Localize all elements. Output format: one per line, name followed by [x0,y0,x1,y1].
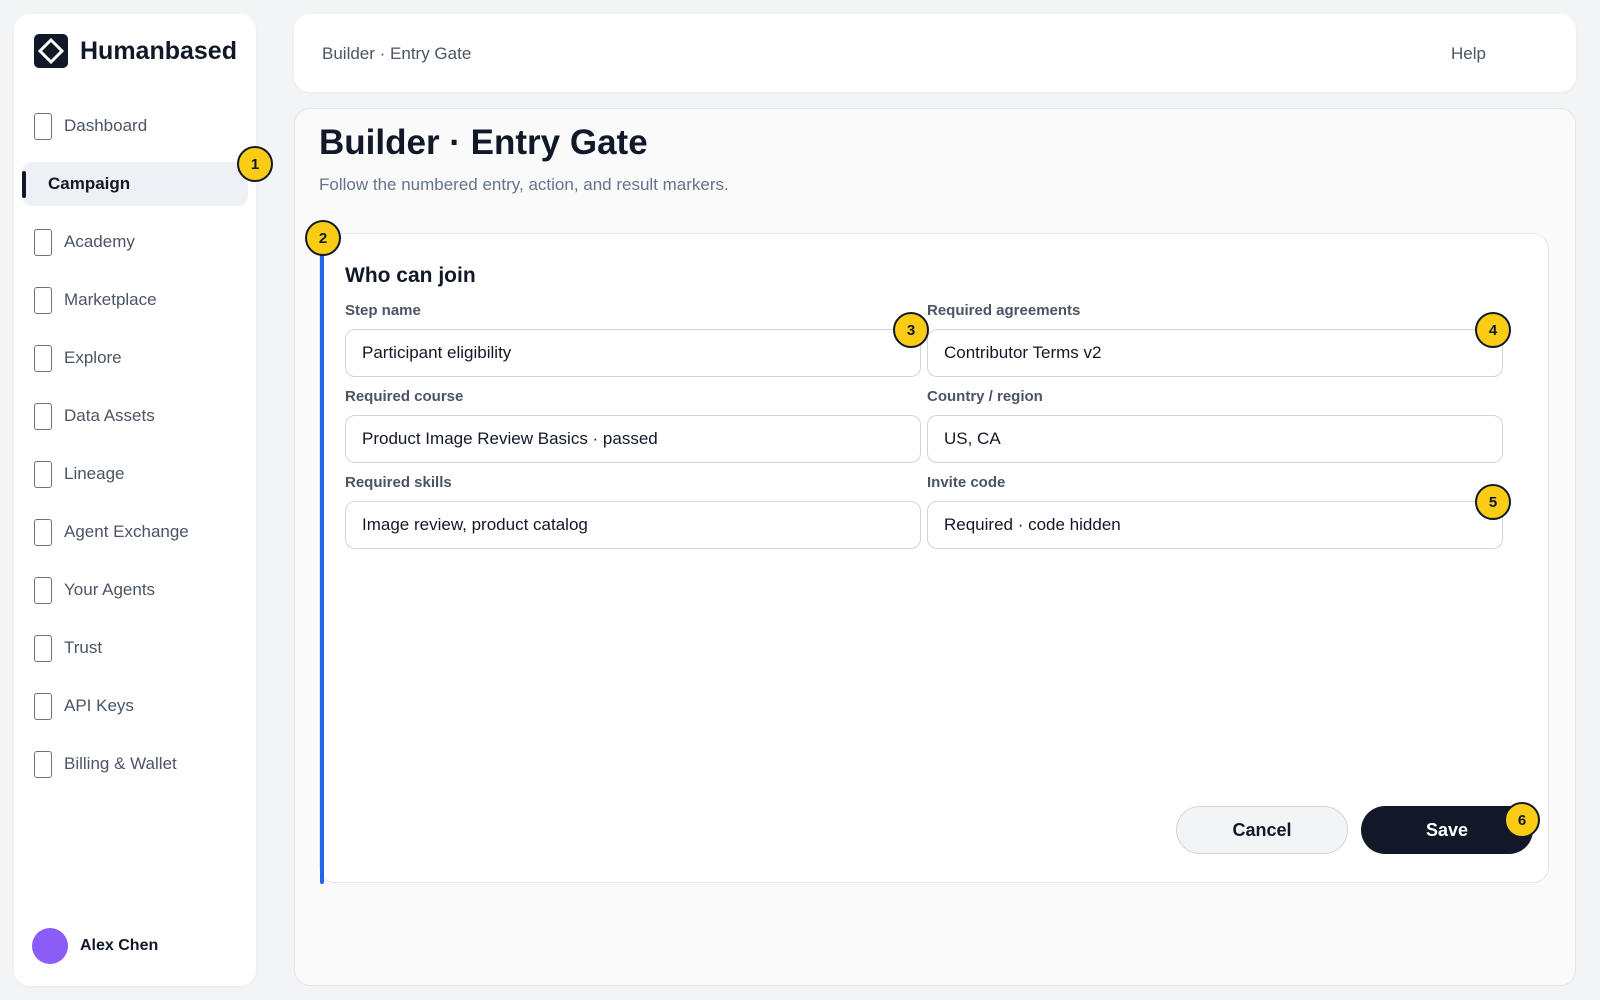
page-icon [34,634,52,662]
step-marker-5: 5 [1475,484,1511,520]
cancel-button[interactable]: Cancel [1176,806,1348,854]
page-icon [34,402,52,430]
country-region-field: Country / region US, CA [927,388,1503,463]
page-icon [34,112,52,140]
sidebar-item-label: Your Agents [64,580,156,599]
sidebar-item-billing-wallet[interactable]: Billing & Wallet [22,742,248,786]
country-region-input[interactable]: US, CA [927,415,1503,463]
sidebar-item-label: Dashboard [64,116,148,135]
sidebar-item-api-keys[interactable]: API Keys [22,684,248,728]
sidebar-item-your-agents[interactable]: Your Agents [22,568,248,612]
user-name: Alex Chen [80,937,159,954]
sidebar-item-marketplace[interactable]: Marketplace [22,278,248,322]
step-marker-4: 4 [1475,312,1511,348]
page-icon [34,228,52,256]
page-icon [34,576,52,604]
sidebar-nav: Dashboard Campaign Academy Marketplace E… [22,104,248,800]
page-title: Builder · Entry Gate [319,123,648,162]
sidebar-item-label: Agent Exchange [64,522,189,541]
brand-name: Humanbased [80,36,237,65]
avatar [32,928,68,964]
required-agreements-field: Required agreements Contributor Terms v2 [927,302,1503,377]
invite-code-input[interactable]: Required · code hidden [927,501,1503,549]
sidebar-item-trust[interactable]: Trust [22,626,248,670]
step-marker-1: 1 [237,146,273,182]
sidebar: Humanbased Dashboard Campaign Academy Ma… [14,14,256,986]
sidebar-item-academy[interactable]: Academy [22,220,248,264]
sidebar-item-dashboard[interactable]: Dashboard [22,104,248,148]
step-marker-3: 3 [893,312,929,348]
sidebar-item-explore[interactable]: Explore [22,336,248,380]
main-panel: Builder · Entry Gate Follow the numbered… [294,108,1576,986]
required-agreements-input[interactable]: Contributor Terms v2 [927,329,1503,377]
field-label: Invite code [927,474,1006,491]
sidebar-item-label: Billing & Wallet [64,754,177,773]
page-icon [34,518,52,546]
help-link[interactable]: Help [1451,44,1486,64]
who-can-join-card: Who can join Step name Participant eligi… [319,233,1549,884]
sidebar-item-data-assets[interactable]: Data Assets [22,394,248,438]
required-skills-input[interactable]: Image review, product catalog [345,501,921,549]
sidebar-item-label: Academy [64,232,135,251]
required-skills-field: Required skills Image review, product ca… [345,474,921,549]
step-marker-2: 2 [305,220,341,256]
sidebar-item-label: Trust [64,638,103,657]
required-course-field: Required course Product Image Review Bas… [345,388,921,463]
sidebar-item-lineage[interactable]: Lineage [22,452,248,496]
field-label: Required skills [345,474,452,491]
card-accent-bar [320,244,324,884]
breadcrumb: Builder · Entry Gate [322,44,472,63]
diamond-logo-icon [34,34,68,68]
sidebar-item-label: Lineage [64,464,125,483]
field-label: Step name [345,302,421,319]
field-label: Country / region [927,388,1043,405]
field-label: Required course [345,388,464,405]
page-subtitle: Follow the numbered entry, action, and r… [319,175,729,194]
brand[interactable]: Humanbased [34,34,237,68]
field-label: Required agreements [927,302,1081,319]
user-profile[interactable]: Alex Chen [32,928,158,964]
topbar: Builder · Entry Gate Help [294,14,1576,92]
sidebar-item-label: Campaign [48,174,131,193]
step-marker-6: 6 [1504,802,1540,838]
page-icon [34,692,52,720]
step-name-input[interactable]: Participant eligibility [345,329,921,377]
invite-code-field: Invite code Required · code hidden [927,474,1503,549]
page-icon [34,460,52,488]
sidebar-item-label: Data Assets [64,406,155,425]
sidebar-item-campaign[interactable]: Campaign [22,162,248,206]
page-icon [34,750,52,778]
card-title: Who can join [345,264,476,287]
page-icon [34,344,52,372]
required-course-input[interactable]: Product Image Review Basics · passed [345,415,921,463]
page-icon [34,286,52,314]
sidebar-item-label: API Keys [64,696,134,715]
sidebar-item-label: Marketplace [64,290,157,309]
sidebar-item-agent-exchange[interactable]: Agent Exchange [22,510,248,554]
sidebar-item-label: Explore [64,348,122,367]
active-indicator [22,171,26,198]
step-name-field: Step name Participant eligibility [345,302,921,377]
